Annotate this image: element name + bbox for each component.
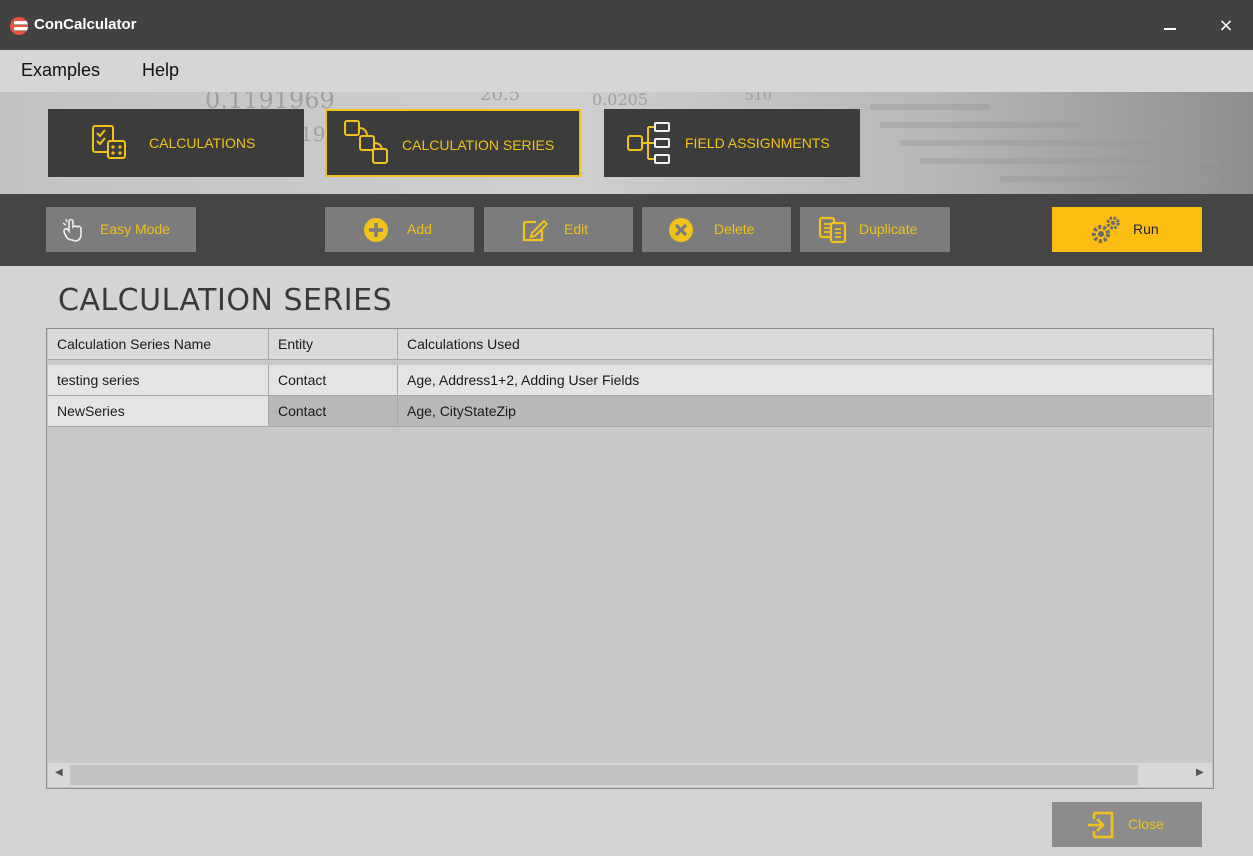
plus-circle-icon [364, 218, 388, 242]
banner: 0.1191969 20.5 0.0205 510 19 CALCULATION… [0, 92, 1253, 194]
tab-calculations-label: CALCULATIONS [149, 135, 256, 151]
edit-label: Edit [564, 221, 589, 237]
cell-series-name[interactable]: testing series [48, 365, 269, 396]
banner-bg-number: 510 [745, 92, 772, 104]
menu-examples[interactable]: Examples [21, 60, 100, 81]
banner-bg-decoration [1000, 176, 1220, 182]
tab-calculations[interactable]: CALCULATIONS [48, 109, 304, 177]
duplicate-label: Duplicate [859, 221, 918, 237]
calculation-series-table: Calculation Series Name Entity Calculati… [46, 328, 1214, 789]
scrollbar-thumb[interactable] [70, 765, 1138, 785]
scroll-right-icon[interactable]: ▶ [1196, 767, 1204, 778]
delete-label: Delete [714, 221, 755, 237]
app-title: ConCalculator [34, 16, 137, 33]
banner-bg-decoration [870, 104, 990, 110]
hand-pointer-icon [62, 218, 82, 242]
tab-calculation-series-label: CALCULATION SERIES [402, 137, 555, 153]
banner-bg-decoration [880, 122, 1080, 128]
field-tree-icon [627, 122, 670, 164]
tab-calculation-series[interactable]: CALCULATION SERIES [325, 109, 581, 177]
run-button[interactable]: Run [1052, 207, 1202, 252]
app-logo-icon [10, 17, 28, 35]
run-label: Run [1133, 221, 1159, 237]
cell-series-name[interactable]: NewSeries [48, 396, 269, 427]
add-label: Add [407, 221, 432, 237]
column-header-calculations-used[interactable]: Calculations Used [398, 329, 1212, 360]
minimize-button[interactable] [1156, 12, 1184, 40]
horizontal-scrollbar[interactable]: ◀ ▶ [48, 763, 1212, 787]
table-header: Calculation Series Name Entity Calculati… [48, 329, 1212, 360]
edit-button[interactable]: Edit [484, 207, 633, 252]
table-row[interactable]: testing series Contact Age, Address1+2, … [48, 365, 1212, 396]
banner-bg-decoration [920, 158, 1220, 164]
easy-mode-label: Easy Mode [100, 221, 171, 237]
minimize-icon [1164, 28, 1176, 30]
menu-bar: Examples Help [0, 50, 1253, 92]
delete-circle-icon [669, 218, 693, 242]
calculation-series-icon [344, 120, 388, 164]
exit-icon [1088, 811, 1114, 839]
close-button-label: Close [1128, 816, 1164, 832]
scroll-left-icon[interactable]: ◀ [55, 767, 63, 778]
menu-help[interactable]: Help [142, 60, 179, 81]
banner-bg-decoration [900, 140, 1160, 146]
cell-calculations-used[interactable]: Age, Address1+2, Adding User Fields [398, 365, 1212, 396]
column-header-name[interactable]: Calculation Series Name [48, 329, 269, 360]
close-window-button[interactable]: × [1212, 12, 1240, 40]
page-title: CALCULATION SERIES [58, 283, 393, 318]
close-button[interactable]: Close [1052, 802, 1202, 847]
cell-calculations-used[interactable]: Age, CityStateZip [398, 396, 1212, 427]
gears-icon [1092, 216, 1120, 243]
edit-pencil-icon [522, 219, 548, 242]
tab-field-assignments-label: FIELD ASSIGNMENTS [685, 135, 830, 151]
duplicate-button[interactable]: Duplicate [800, 207, 950, 252]
banner-bg-number: 20.5 [480, 92, 521, 105]
cell-entity[interactable]: Contact [269, 365, 398, 396]
delete-button[interactable]: Delete [642, 207, 791, 252]
add-button[interactable]: Add [325, 207, 474, 252]
checklist-calculator-icon [92, 125, 126, 159]
duplicate-icon [818, 216, 847, 244]
column-header-entity[interactable]: Entity [269, 329, 398, 360]
toolbar: Easy Mode Add Edit Delete Duplicate Run [0, 194, 1253, 266]
table-row[interactable]: NewSeries Contact Age, CityStateZip [48, 396, 1212, 427]
banner-bg-number: 0.0205 [592, 92, 648, 109]
tab-field-assignments[interactable]: FIELD ASSIGNMENTS [604, 109, 860, 177]
easy-mode-button[interactable]: Easy Mode [46, 207, 196, 252]
cell-entity[interactable]: Contact [269, 396, 398, 427]
title-bar: ConCalculator × [0, 0, 1253, 50]
